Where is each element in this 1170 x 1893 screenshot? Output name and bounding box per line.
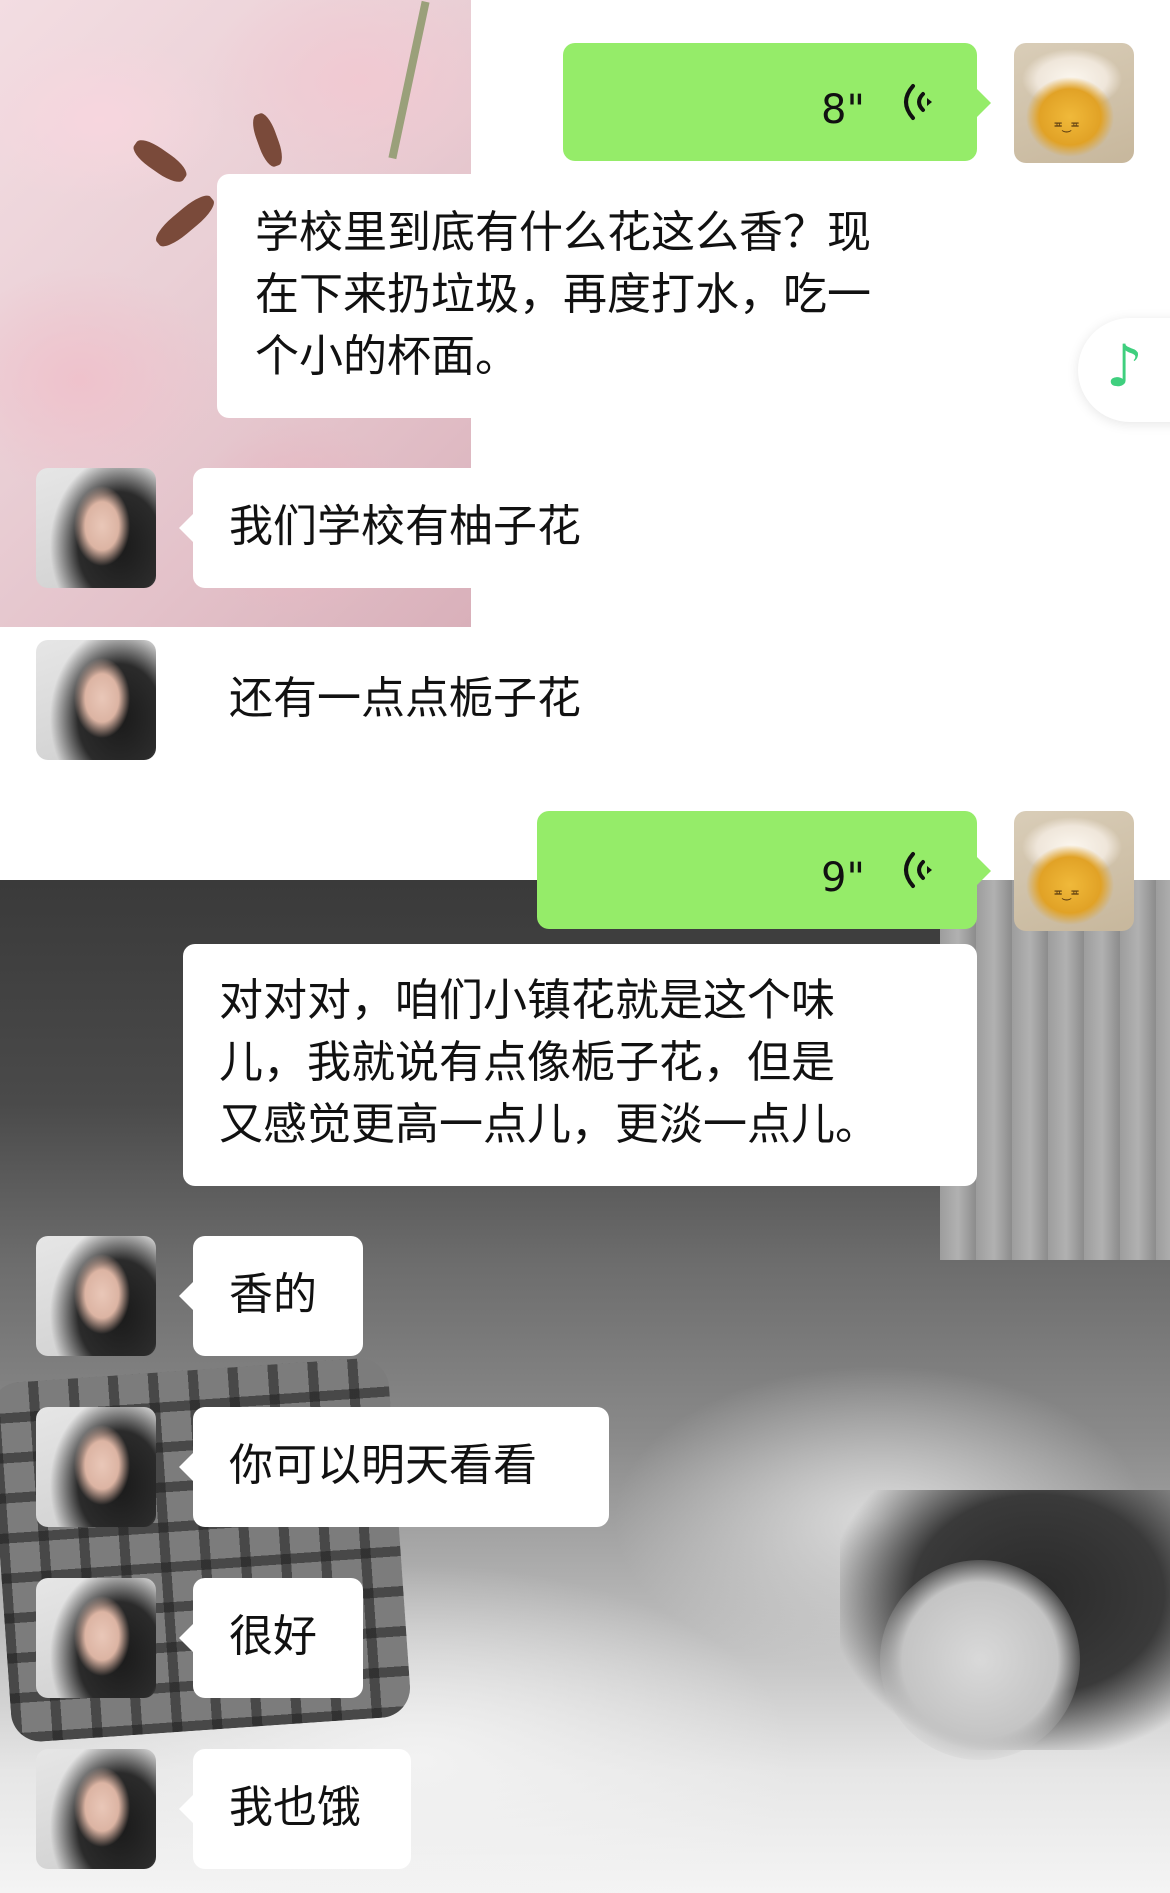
- flower-stamen: [151, 190, 219, 252]
- message-bubble[interactable]: 我也饿: [179, 1749, 411, 1869]
- transcript-line: 又感觉更高一点儿，更淡一点儿。: [219, 1099, 879, 1150]
- contact-avatar[interactable]: [36, 468, 156, 588]
- message-text: 很好: [229, 1611, 317, 1662]
- my-avatar[interactable]: ≖‿≖: [1014, 811, 1134, 931]
- transcript-line: 在下来扔垃圾，再度打水，吃一: [255, 269, 871, 320]
- contact-avatar[interactable]: [36, 1749, 156, 1869]
- voice-wave-icon: [904, 852, 932, 888]
- flower-stem: [388, 0, 430, 160]
- avatar-face-glyph: ≖‿≖: [1054, 885, 1080, 901]
- message-text: 我们学校有柚子花: [229, 501, 581, 552]
- transcript-line: 对对对，咱们小镇花就是这个味: [219, 975, 835, 1026]
- voice-duration: 8": [821, 87, 865, 133]
- transcript-line: 个小的杯面。: [255, 331, 519, 382]
- transcript-line: 学校里到底有什么花这么香？现: [255, 207, 871, 258]
- flower-stamen: [129, 134, 191, 188]
- transcript-line: 儿，我就说有点像栀子花，但是: [219, 1037, 835, 1088]
- background-person-face: [880, 1560, 1080, 1760]
- message-bubble[interactable]: 你可以明天看看: [179, 1407, 609, 1527]
- voice-duration: 9": [821, 855, 865, 901]
- my-avatar[interactable]: ≖‿≖: [1014, 43, 1134, 163]
- contact-avatar[interactable]: [36, 1578, 156, 1698]
- message-bubble[interactable]: 很好: [179, 1578, 363, 1698]
- message-bubble[interactable]: 香的: [179, 1236, 363, 1356]
- contact-avatar[interactable]: [36, 640, 156, 760]
- music-note-icon: ♪: [1106, 332, 1144, 400]
- message-text: 你可以明天看看: [229, 1440, 537, 1491]
- floating-music-button[interactable]: ♪: [1078, 318, 1170, 422]
- voice-message-bubble[interactable]: 8": [563, 43, 991, 161]
- voice-transcript-bubble[interactable]: 对对对，咱们小镇花就是这个味 儿，我就说有点像栀子花，但是 又感觉更高一点儿，更…: [183, 944, 977, 1186]
- contact-avatar[interactable]: [36, 1407, 156, 1527]
- voice-message-bubble[interactable]: 9": [537, 811, 991, 929]
- message-text: 香的: [229, 1269, 317, 1320]
- message-bubble[interactable]: 还有一点点栀子花: [179, 640, 633, 760]
- voice-wave-icon: [904, 84, 932, 120]
- flower-stamen: [248, 110, 287, 170]
- message-text: 我也饿: [229, 1782, 361, 1833]
- message-bubble[interactable]: 我们学校有柚子花: [179, 468, 633, 588]
- voice-transcript-bubble[interactable]: 学校里到底有什么花这么香？现 在下来扔垃圾，再度打水，吃一 个小的杯面。: [217, 174, 977, 418]
- avatar-face-glyph: ≖‿≖: [1054, 117, 1080, 133]
- message-text: 还有一点点栀子花: [229, 673, 581, 724]
- contact-avatar[interactable]: [36, 1236, 156, 1356]
